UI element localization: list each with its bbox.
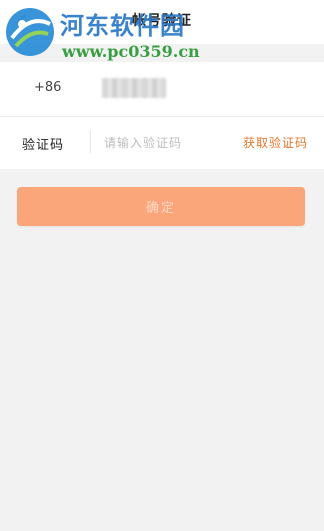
verification-code-input[interactable] (104, 132, 224, 154)
verification-code-row: 验证码 获取验证码 (0, 117, 324, 169)
watermark-logo-icon (6, 8, 54, 56)
country-code[interactable]: +86 (34, 80, 61, 95)
phone-number-masked (102, 78, 166, 98)
confirm-button[interactable]: 确定 (17, 187, 305, 226)
field-separator (90, 131, 91, 153)
verification-code-label: 验证码 (22, 138, 65, 153)
watermark-site-name: 河东软件园 (60, 11, 185, 40)
phone-row: +86 (0, 62, 324, 116)
watermark-url: www.pc0359.cn (62, 42, 200, 61)
get-code-button[interactable]: 获取验证码 (243, 134, 308, 151)
